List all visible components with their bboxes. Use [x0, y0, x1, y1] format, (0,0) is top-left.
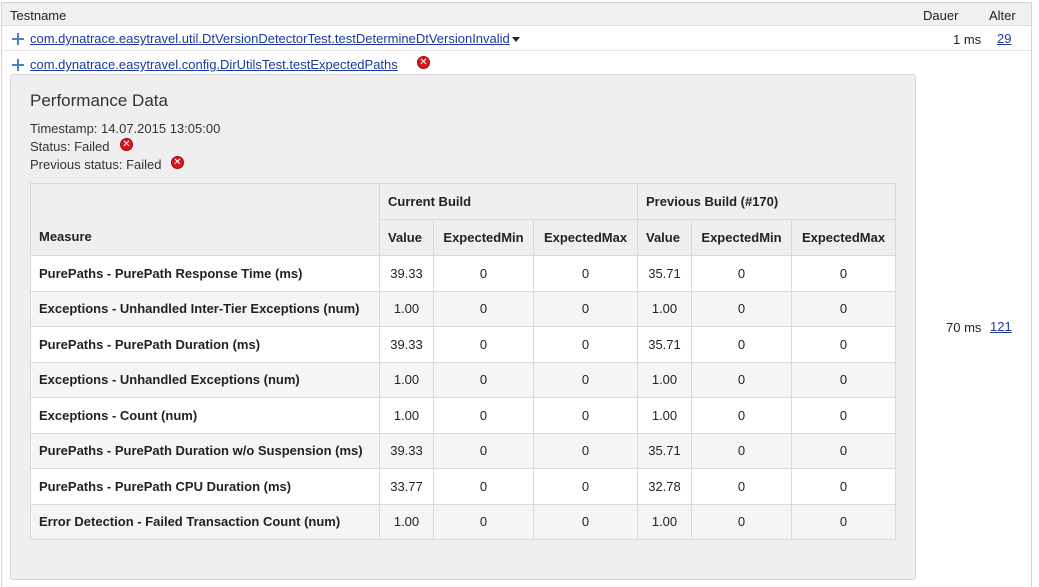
value-cell: 0: [533, 432, 638, 469]
value-cell: 35.71: [637, 432, 692, 469]
header-dauer: Dauer: [923, 8, 959, 23]
col-expected-min: ExpectedMin: [433, 219, 534, 256]
value-cell: 1.00: [637, 290, 692, 327]
value-cell: 0: [533, 326, 638, 363]
col-value: Value: [637, 219, 692, 256]
value-cell: 0: [533, 503, 638, 540]
value-cell: 0: [691, 503, 792, 540]
measure-cell: Exceptions - Count (num): [30, 397, 380, 434]
value-cell: 39.33: [379, 326, 434, 363]
fail-x-icon: ✕: [171, 156, 184, 169]
header-testname: Testname: [10, 8, 67, 23]
test-dauer: 70 ms: [946, 320, 982, 335]
value-cell: 0: [791, 432, 896, 469]
value-cell: 0: [691, 255, 792, 292]
measure-cell: PurePaths - PurePath Duration w/o Suspen…: [30, 432, 380, 469]
value-cell: 39.33: [379, 255, 434, 292]
performance-table: Measure Current Build Previous Build (#1…: [30, 183, 896, 540]
col-previous-build: Previous Build (#170): [637, 183, 896, 220]
value-cell: 35.71: [637, 255, 692, 292]
table-row: Exceptions - Count (num) 1.00 0 0 1.00 0…: [30, 397, 896, 434]
measure-cell: Exceptions - Unhandled Exceptions (num): [30, 361, 380, 398]
value-cell: 0: [791, 255, 896, 292]
value-cell: 0: [533, 468, 638, 505]
table-row: PurePaths - PurePath Response Time (ms) …: [30, 255, 896, 292]
value-cell: 0: [691, 361, 792, 398]
test-alter-link[interactable]: 121: [990, 319, 1012, 334]
timestamp: Timestamp: 14.07.2015 13:05:00: [30, 121, 221, 136]
value-cell: 0: [791, 326, 896, 363]
value-cell: 0: [433, 255, 534, 292]
table-header: Testname Dauer Alter: [2, 3, 1031, 26]
value-cell: 0: [791, 468, 896, 505]
expand-plus-icon[interactable]: [12, 33, 24, 45]
col-value: Value: [379, 219, 434, 256]
table-row: Error Detection - Failed Transaction Cou…: [30, 503, 896, 540]
value-cell: 0: [533, 255, 638, 292]
value-cell: 32.78: [637, 468, 692, 505]
measure-cell: Error Detection - Failed Transaction Cou…: [30, 503, 380, 540]
test-link[interactable]: com.dynatrace.easytravel.util.DtVersionD…: [30, 31, 510, 46]
value-cell: 1.00: [637, 361, 692, 398]
value-cell: 0: [691, 468, 792, 505]
value-cell: 0: [791, 503, 896, 540]
value-cell: 1.00: [637, 503, 692, 540]
value-cell: 0: [433, 468, 534, 505]
value-cell: 0: [791, 290, 896, 327]
table-row: PurePaths - PurePath Duration w/o Suspen…: [30, 432, 896, 469]
col-expected-min: ExpectedMin: [691, 219, 792, 256]
col-expected-max: ExpectedMax: [533, 219, 638, 256]
panel-title: Performance Data: [30, 91, 168, 110]
value-cell: 39.33: [379, 432, 434, 469]
col-measure: Measure: [30, 183, 380, 256]
value-cell: 0: [433, 361, 534, 398]
performance-panel: Performance Data Timestamp: 14.07.2015 1…: [10, 74, 916, 580]
measure-cell: PurePaths - PurePath Duration (ms): [30, 326, 380, 363]
table-row: PurePaths - PurePath CPU Duration (ms) 3…: [30, 468, 896, 505]
fail-x-icon: ✕: [120, 138, 133, 151]
header-alter: Alter: [989, 8, 1016, 23]
value-cell: 0: [791, 397, 896, 434]
test-link[interactable]: com.dynatrace.easytravel.config.DirUtils…: [30, 57, 398, 72]
table-row: PurePaths - PurePath Duration (ms) 39.33…: [30, 326, 896, 363]
value-cell: 0: [691, 397, 792, 434]
fail-x-icon: ✕: [417, 56, 430, 69]
value-cell: 1.00: [379, 361, 434, 398]
value-cell: 1.00: [637, 397, 692, 434]
value-cell: 0: [533, 397, 638, 434]
value-cell: 0: [691, 326, 792, 363]
value-cell: 0: [691, 432, 792, 469]
value-cell: 1.00: [379, 290, 434, 327]
value-cell: 0: [691, 290, 792, 327]
table-row: Exceptions - Unhandled Exceptions (num) …: [30, 361, 896, 398]
expand-plus-icon[interactable]: [12, 59, 24, 71]
col-expected-max: ExpectedMax: [791, 219, 896, 256]
col-current-build: Current Build: [379, 183, 638, 220]
value-cell: 35.71: [637, 326, 692, 363]
value-cell: 1.00: [379, 503, 434, 540]
value-cell: 0: [791, 361, 896, 398]
value-cell: 0: [533, 361, 638, 398]
value-cell: 1.00: [379, 397, 434, 434]
chevron-down-icon[interactable]: [512, 37, 520, 42]
value-cell: 0: [433, 397, 534, 434]
measure-cell: PurePaths - PurePath Response Time (ms): [30, 255, 380, 292]
table-row: Exceptions - Unhandled Inter-Tier Except…: [30, 290, 896, 327]
value-cell: 0: [433, 290, 534, 327]
value-cell: 33.77: [379, 468, 434, 505]
measure-cell: PurePaths - PurePath CPU Duration (ms): [30, 468, 380, 505]
value-cell: 0: [433, 432, 534, 469]
value-cell: 0: [433, 326, 534, 363]
measure-cell: Exceptions - Unhandled Inter-Tier Except…: [30, 290, 380, 327]
test-dauer: 1 ms: [953, 32, 982, 47]
previous-status-text: Previous status: Failed: [30, 157, 162, 172]
table-row: com.dynatrace.easytravel.util.DtVersionD…: [2, 27, 1031, 51]
test-alter-link[interactable]: 29: [997, 31, 1011, 46]
value-cell: 0: [433, 503, 534, 540]
value-cell: 0: [533, 290, 638, 327]
status-text: Status: Failed: [30, 139, 110, 154]
